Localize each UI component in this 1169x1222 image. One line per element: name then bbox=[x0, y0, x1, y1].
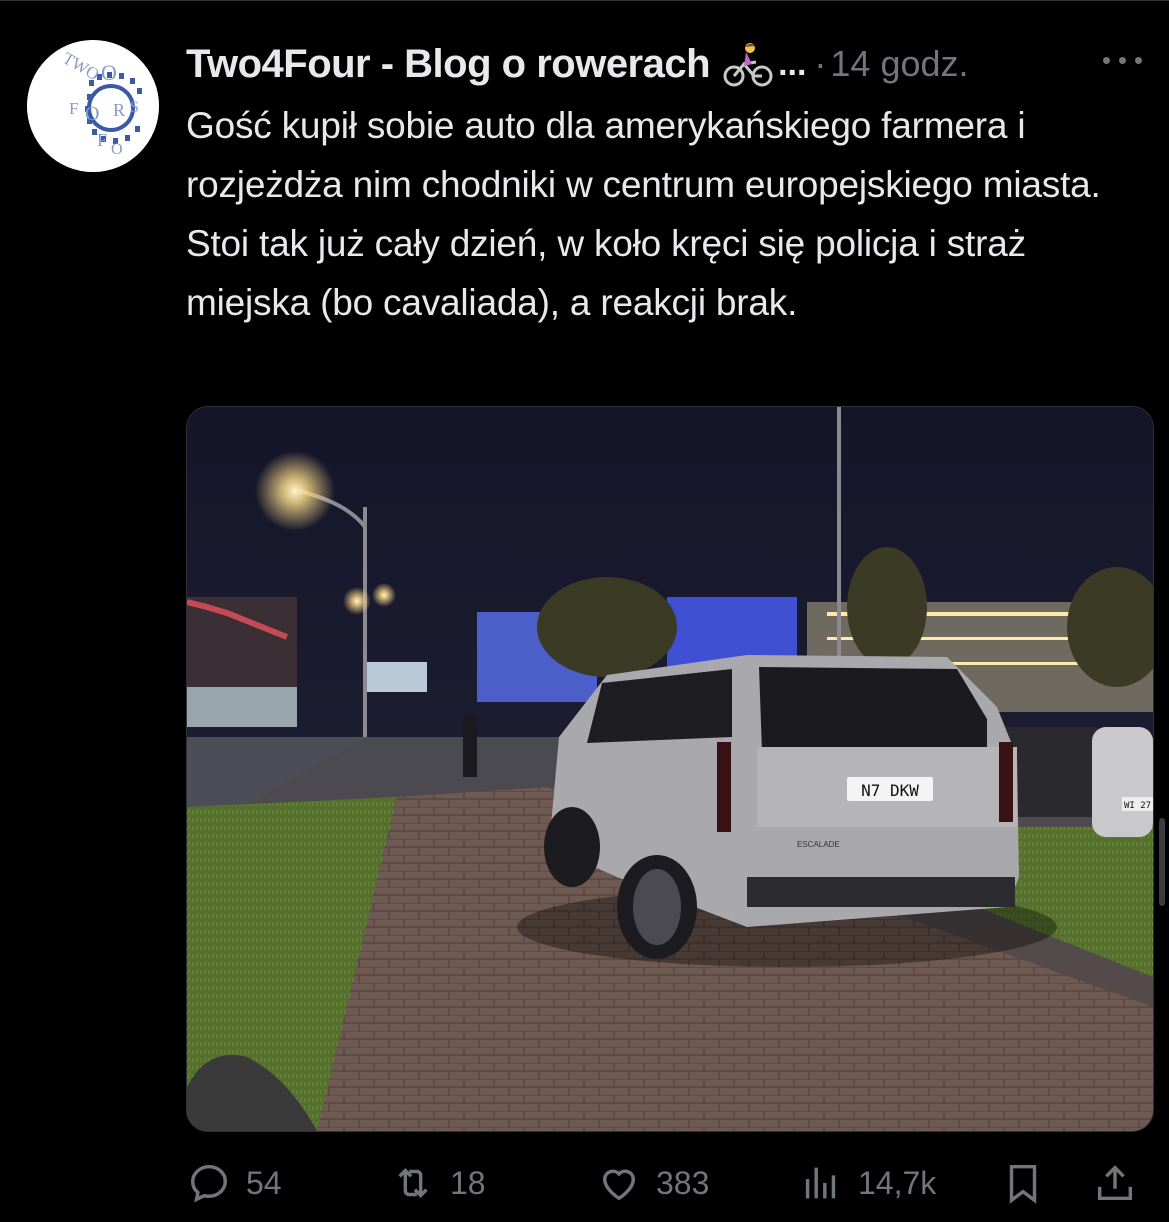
two4four-logo-icon: TWO O F O R S F O bbox=[27, 40, 159, 172]
views-icon bbox=[805, 1167, 836, 1199]
share-icon bbox=[1097, 1165, 1133, 1201]
retweet-icon bbox=[398, 1168, 428, 1198]
heart-icon bbox=[602, 1169, 636, 1201]
views-button[interactable]: 14,7k bbox=[798, 1154, 936, 1212]
like-button[interactable]: 383 bbox=[596, 1154, 709, 1212]
name-truncation: ... bbox=[778, 44, 807, 83]
svg-text:F: F bbox=[97, 130, 107, 150]
retweet-count: 18 bbox=[450, 1164, 486, 1201]
retweet-button[interactable]: 18 bbox=[390, 1154, 486, 1212]
author-avatar[interactable]: TWO O F O R S F O bbox=[27, 40, 159, 172]
tweet-text: Gość kupił sobie auto dla amerykańskiego… bbox=[186, 105, 1101, 323]
svg-text:R: R bbox=[113, 100, 125, 120]
svg-text:F: F bbox=[69, 99, 78, 118]
bookmark-icon bbox=[1009, 1164, 1037, 1204]
svg-text:O: O bbox=[101, 60, 117, 85]
tweet-timestamp[interactable]: 14 godz. bbox=[830, 43, 968, 85]
svg-text:O: O bbox=[111, 141, 123, 158]
license-plate: N7 DKW bbox=[861, 781, 919, 800]
more-options-icon[interactable] bbox=[1103, 50, 1145, 70]
tweet-photo[interactable]: N7 DKW ESCALADE WI 27 bbox=[186, 406, 1154, 1132]
night-street-suv-photo: N7 DKW ESCALADE WI 27 bbox=[187, 407, 1153, 1131]
escalade-badge: ESCALADE bbox=[797, 840, 840, 849]
scrollbar-thumb[interactable] bbox=[1159, 818, 1165, 906]
reply-button[interactable]: 54 bbox=[186, 1154, 282, 1212]
top-divider bbox=[0, 0, 1169, 1]
suv: N7 DKW ESCALADE bbox=[517, 655, 1057, 967]
tweet-header: Two4Four - Blog o rowerach ... · 14 godz… bbox=[186, 40, 1146, 88]
cyclist-emoji-icon bbox=[723, 43, 773, 87]
author-name[interactable]: Two4Four - Blog o rowerach bbox=[186, 42, 711, 87]
reply-count: 54 bbox=[246, 1164, 282, 1201]
share-button[interactable] bbox=[1092, 1154, 1152, 1212]
bookmark-button[interactable] bbox=[1000, 1154, 1060, 1212]
separator-dot: · bbox=[814, 43, 827, 84]
svg-text:O: O bbox=[85, 103, 99, 125]
reply-icon bbox=[190, 1164, 228, 1203]
like-count: 383 bbox=[656, 1164, 710, 1201]
views-count: 14,7k bbox=[858, 1164, 937, 1201]
svg-text:S: S bbox=[130, 99, 139, 116]
tweet-actions: 54 18 383 14,7k bbox=[186, 1154, 1146, 1212]
license-plate-right: WI 27 bbox=[1124, 801, 1151, 811]
